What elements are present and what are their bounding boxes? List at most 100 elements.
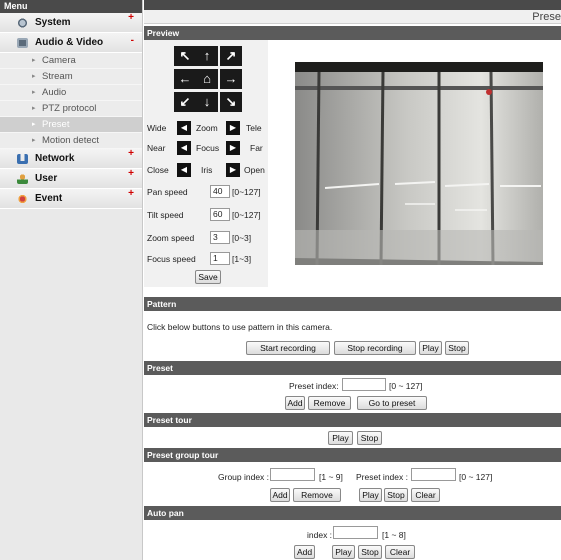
sidebar-item-preset[interactable]: ▸ Preset: [0, 117, 142, 133]
preset-add-button[interactable]: Add: [285, 396, 305, 410]
system-gear-icon: [17, 18, 28, 28]
group-index-range: [1 ~ 9]: [319, 472, 343, 482]
focus-far-button[interactable]: ▶: [226, 141, 240, 155]
zoom-speed-label: Zoom speed: [147, 233, 195, 243]
expand-indicator: +: [128, 12, 134, 23]
zoom-label: Zoom: [196, 123, 218, 133]
sidebar-group-label: User: [35, 173, 58, 184]
auto-pan-index-input[interactable]: [333, 526, 378, 539]
arrow-right-icon: ▸: [32, 137, 36, 144]
group-play-button[interactable]: Play: [359, 488, 382, 502]
sidebar-item-ptz-protocol[interactable]: ▸ PTZ protocol: [0, 101, 142, 117]
page-title: Prese: [144, 10, 561, 24]
focus-speed-range: [1~3]: [232, 254, 252, 264]
arrow-right-icon: ▸: [32, 89, 36, 96]
zoom-wide-label: Wide: [147, 123, 167, 133]
tilt-up-button[interactable]: ↑: [196, 46, 218, 66]
expand-indicator: +: [128, 168, 134, 179]
group-index-label: Group index :: [218, 472, 270, 482]
save-button[interactable]: Save: [195, 270, 221, 284]
group-preset-index-range: [0 ~ 127]: [459, 472, 493, 482]
preset-tour-play-button[interactable]: Play: [328, 431, 353, 445]
ptz-control-panel: ↖ ↑ ↗ ← ⌂ → ↙ ↓ ↘ Wide ◀ Zoom ▶ Tele Nea…: [144, 40, 268, 287]
pan-speed-range: [0~127]: [232, 187, 261, 197]
sidebar-item-label: Stream: [42, 71, 73, 82]
pattern-stop-button[interactable]: Stop: [445, 341, 469, 355]
focus-near-button[interactable]: ◀: [177, 141, 191, 155]
tilt-speed-label: Tilt speed: [147, 210, 184, 220]
sidebar-item-motion-detect[interactable]: ▸ Motion detect: [0, 133, 142, 149]
pan-up-right-button[interactable]: ↗: [220, 46, 242, 66]
iris-close-button[interactable]: ◀: [177, 163, 191, 177]
preset-index-input[interactable]: [342, 378, 386, 391]
zoom-speed-input[interactable]: 3: [210, 231, 230, 244]
preset-section-header: Preset: [144, 361, 561, 375]
pattern-play-button[interactable]: Play: [419, 341, 442, 355]
tilt-speed-input[interactable]: 60: [210, 208, 230, 221]
go-to-preset-button[interactable]: Go to preset: [357, 396, 427, 410]
network-icon: [17, 154, 28, 164]
arrow-right-icon: ▸: [32, 121, 36, 128]
sidebar-item-stream[interactable]: ▸ Stream: [0, 69, 142, 85]
pan-up-left-button[interactable]: ↖: [174, 46, 196, 66]
auto-pan-index-range: [1 ~ 8]: [382, 530, 406, 540]
auto-pan-stop-button[interactable]: Stop: [358, 545, 382, 559]
camera-preview-image: [295, 62, 543, 265]
tilt-down-button[interactable]: ↓: [196, 92, 218, 112]
group-preset-index-input[interactable]: [411, 468, 456, 481]
group-index-input[interactable]: [270, 468, 315, 481]
group-clear-button[interactable]: Clear: [411, 488, 440, 502]
focus-label: Focus: [196, 143, 220, 153]
iris-label: Iris: [201, 165, 213, 175]
iris-close-label: Close: [147, 165, 169, 175]
pan-down-left-button[interactable]: ↙: [174, 92, 196, 112]
preset-tour-section-header: Preset tour: [144, 413, 561, 427]
iris-open-button[interactable]: ▶: [226, 163, 240, 177]
tilt-speed-range: [0~127]: [232, 210, 261, 220]
focus-far-label: Far: [250, 143, 263, 153]
pan-speed-input[interactable]: 40: [210, 185, 230, 198]
pattern-section-header: Pattern: [144, 297, 561, 311]
arrow-right-icon: ▸: [32, 73, 36, 80]
sidebar-item-camera[interactable]: ▸ Camera: [0, 53, 142, 69]
stop-recording-button[interactable]: Stop recording: [334, 341, 416, 355]
zoom-tele-button[interactable]: ▶: [226, 121, 240, 135]
group-remove-button[interactable]: Remove: [293, 488, 341, 502]
home-button[interactable]: ⌂: [196, 69, 218, 89]
sidebar-group-system[interactable]: System +: [0, 12, 142, 33]
pan-down-right-button[interactable]: ↘: [220, 92, 242, 112]
sidebar-group-user[interactable]: User +: [0, 168, 142, 189]
pan-left-button[interactable]: ←: [174, 69, 196, 89]
preview-section-header: Preview: [144, 26, 561, 40]
sidebar-item-label: Motion detect: [42, 135, 100, 146]
sidebar-group-event[interactable]: Event +: [0, 188, 142, 209]
sidebar-group-label: Audio & Video: [35, 37, 104, 48]
sidebar-item-audio[interactable]: ▸ Audio: [0, 85, 142, 101]
audio-video-icon: [17, 38, 28, 48]
sidebar-group-label: System: [35, 17, 71, 28]
preset-tour-stop-button[interactable]: Stop: [357, 431, 382, 445]
pan-right-button[interactable]: →: [220, 69, 242, 89]
top-bar: [144, 0, 561, 10]
group-add-button[interactable]: Add: [270, 488, 290, 502]
collapse-indicator: -: [130, 35, 134, 46]
group-stop-button[interactable]: Stop: [384, 488, 408, 502]
start-recording-button[interactable]: Start recording: [246, 341, 330, 355]
focus-speed-label: Focus speed: [147, 254, 196, 264]
preset-group-tour-section-header: Preset group tour: [144, 448, 561, 462]
focus-speed-input[interactable]: 1: [210, 252, 230, 265]
auto-pan-add-button[interactable]: Add: [294, 545, 315, 559]
zoom-wide-button[interactable]: ◀: [177, 121, 191, 135]
auto-pan-clear-button[interactable]: Clear: [385, 545, 415, 559]
sidebar-group-audio-video[interactable]: Audio & Video -: [0, 33, 142, 53]
sidebar-group-network[interactable]: Network +: [0, 148, 142, 169]
camera-scene: [295, 62, 543, 265]
sidebar-item-label: Audio: [42, 87, 67, 98]
iris-open-label: Open: [244, 165, 265, 175]
event-icon: [17, 194, 28, 204]
menu-title: Menu: [0, 0, 142, 13]
preset-remove-button[interactable]: Remove: [308, 396, 351, 410]
pan-speed-label: Pan speed: [147, 187, 188, 197]
auto-pan-play-button[interactable]: Play: [332, 545, 355, 559]
sidebar-item-label: PTZ protocol: [42, 103, 97, 114]
